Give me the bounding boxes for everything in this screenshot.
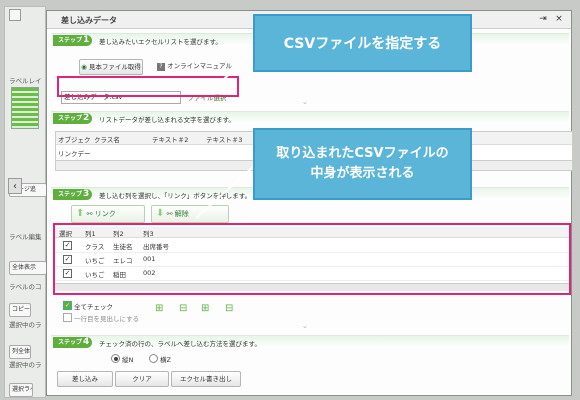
callout-text: 中身が表示される [310,166,415,181]
callout-csv-specify: CSVファイルを指定する [253,14,472,72]
connector-line [195,165,255,219]
callout-text: CSVファイルを指定する [283,36,442,52]
callout-text: 取り込まれたCSVファイルの [276,146,449,161]
connector-line [223,51,255,80]
callout-contents-shown: 取り込まれたCSVファイルの 中身が表示される [253,128,472,200]
